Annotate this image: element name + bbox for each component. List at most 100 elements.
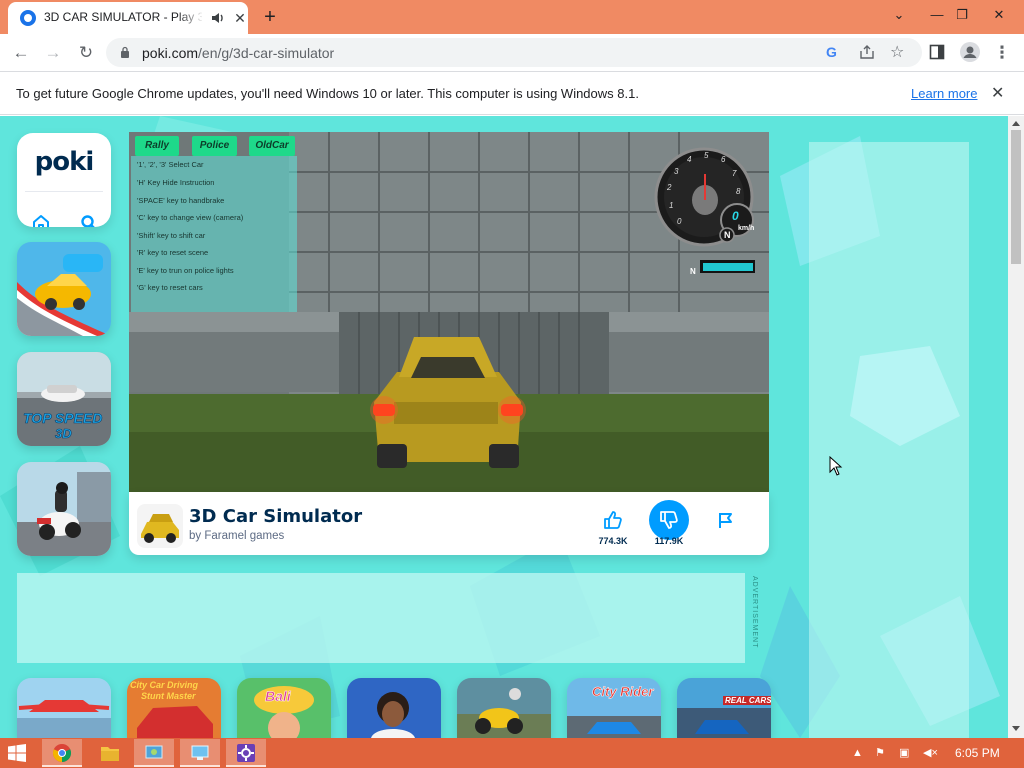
sidebar-game-thumb-3[interactable] (17, 462, 111, 556)
ad-slot-bottom (17, 573, 745, 663)
home-icon[interactable] (31, 213, 51, 227)
show-hidden-icons-icon[interactable]: ▲ (852, 746, 863, 760)
poki-favicon-icon (20, 10, 36, 26)
poki-logo-card: poki (17, 133, 111, 227)
tab-close-icon[interactable]: ✕ (232, 10, 248, 26)
google-lens-icon[interactable]: G (826, 45, 840, 59)
instruction-line: 'H' Key Hide Instruction (137, 178, 215, 187)
game-canvas[interactable]: 012 345 678 9 Rally Police OldCar '1', '… (129, 132, 769, 492)
advertisement-label: ADVERTISEMENT (751, 576, 758, 649)
sidebar-game-thumb-top-speed[interactable]: TOP SPEED 3D (17, 352, 111, 446)
top-speed-title: TOP SPEED (23, 410, 103, 427)
folder-icon (101, 747, 119, 761)
dislike-button[interactable] (649, 500, 689, 540)
chrome-menu-icon[interactable]: ⋮ (991, 42, 1013, 64)
speed-readout: 0 (732, 209, 739, 223)
restore-icon[interactable]: ❐ (945, 0, 979, 30)
share-icon[interactable] (858, 43, 876, 61)
game-thumb-real-cars[interactable]: REAL CARS (677, 678, 771, 738)
tab-poki[interactable]: 3D CAR SIMULATOR - Play 3D Car Simulator… (8, 2, 248, 34)
mode-rally-button[interactable]: Rally (135, 136, 179, 156)
svg-text:1: 1 (669, 201, 673, 210)
bali-title: Bali (265, 688, 291, 705)
audio-playing-icon[interactable] (211, 11, 225, 25)
taskbar-app-2[interactable] (180, 739, 220, 767)
scroll-up-arrow-icon[interactable] (1012, 121, 1020, 126)
network-icon[interactable]: ▣ (899, 746, 909, 760)
moto-race-art (457, 678, 551, 738)
ad-slot-right (809, 142, 969, 738)
game-thumb-character[interactable] (347, 678, 441, 738)
svg-text:4: 4 (687, 155, 692, 164)
side-panel-icon[interactable] (929, 44, 945, 60)
forward-icon[interactable]: → (42, 42, 64, 64)
city-car-subtitle: Stunt Master (141, 691, 196, 701)
svg-text:7: 7 (732, 169, 737, 178)
browser-toolbar: ← → ↻ poki.com/en/g/3d-car-simulator G ☆… (0, 34, 1024, 71)
url-text[interactable]: poki.com/en/g/3d-car-simulator (142, 45, 334, 61)
reload-icon[interactable]: ↻ (75, 42, 97, 64)
url-host: poki.com (142, 45, 199, 61)
chrome-icon (53, 744, 71, 762)
dislike-count: 117.9K (654, 536, 684, 546)
game-thumb-city-car-driving[interactable]: City Car Driving Stunt Master (127, 678, 221, 738)
advertisement-label-container: ADVERTISEMENT (748, 576, 760, 660)
poki-page: poki TOP SPEED 3D 0 1 2 3 4 5 6 7 8 Rall… (0, 116, 1008, 738)
game-thumb-city-rider[interactable]: City Rider (567, 678, 661, 738)
network-app-icon (145, 745, 163, 759)
game-thumb-moto-race[interactable] (457, 678, 551, 738)
scrollbar-thumb[interactable] (1011, 130, 1021, 264)
windows-start-icon[interactable] (8, 744, 26, 762)
taskbar-file-explorer[interactable] (90, 739, 130, 767)
thumbs-down-icon (660, 511, 678, 529)
thumbs-up-icon[interactable] (602, 509, 624, 531)
settings-app-icon (237, 744, 255, 762)
real-cars-art (677, 678, 771, 738)
instruction-line: 'G' key to reset cars (137, 283, 203, 292)
action-center-flag-icon[interactable]: ⚑ (875, 746, 885, 760)
back-icon[interactable]: ← (10, 42, 32, 64)
instructions-panel: '1', '2', '3' Select Car 'H' Key Hide In… (131, 156, 297, 312)
svg-text:3: 3 (674, 167, 679, 176)
tab-strip: 3D CAR SIMULATOR - Play 3D Car Simulator… (0, 0, 1024, 34)
new-tab-button[interactable]: + (259, 6, 281, 28)
like-count: 774.3K (598, 536, 628, 546)
infobar-close-icon[interactable]: ✕ (991, 83, 1004, 103)
taskbar-clock[interactable]: 6:05 PM (955, 746, 1000, 760)
tab-search-icon[interactable]: ⌄ (882, 0, 916, 30)
scroll-down-arrow-icon[interactable] (1012, 726, 1020, 731)
instruction-line: 'Shift' key to shift car (137, 231, 206, 240)
taskbar-chrome[interactable] (42, 739, 82, 767)
address-bar[interactable]: poki.com/en/g/3d-car-simulator G ☆ (106, 38, 922, 67)
window-close-icon[interactable]: ✕ (982, 0, 1016, 30)
learn-more-link[interactable]: Learn more (911, 86, 977, 101)
bookmark-star-icon[interactable]: ☆ (890, 42, 904, 62)
mode-police-button[interactable]: Police (192, 136, 237, 156)
mode-oldcar-button[interactable]: OldCar (249, 136, 295, 156)
mouse-cursor-icon (829, 456, 843, 476)
instruction-line: 'C' key to change view (camera) (137, 213, 244, 222)
search-icon[interactable] (79, 213, 99, 227)
game-thumb-subway-bali[interactable]: Bali (237, 678, 331, 738)
page-scrollbar[interactable] (1008, 116, 1024, 738)
speed-unit: km/h (738, 225, 755, 232)
infobar-message: To get future Google Chrome updates, you… (16, 86, 639, 101)
svg-text:5: 5 (704, 151, 709, 160)
game-thumbnail (137, 504, 183, 548)
lock-icon[interactable] (120, 46, 130, 58)
svg-text:8: 8 (736, 187, 741, 196)
poki-logo[interactable]: poki (17, 147, 111, 177)
motorbike-game-art (17, 462, 111, 556)
character-art (347, 678, 441, 738)
game-thumb-flying-car[interactable] (17, 678, 111, 738)
taskbar-app-1[interactable] (134, 739, 174, 767)
gear-readout: N (724, 230, 731, 240)
volume-muted-icon[interactable]: ◀× (923, 746, 938, 760)
report-flag-icon[interactable] (716, 510, 736, 530)
instruction-line: '1', '2', '3' Select Car (137, 160, 204, 169)
sidebar-game-thumb-1[interactable] (17, 242, 111, 336)
taskbar-app-3[interactable] (226, 739, 266, 767)
profile-avatar-icon[interactable] (960, 42, 980, 62)
windows-taskbar: ▲ ⚑ ▣ ◀× 6:05 PM (0, 738, 1024, 768)
tab-title-fade (178, 8, 204, 28)
